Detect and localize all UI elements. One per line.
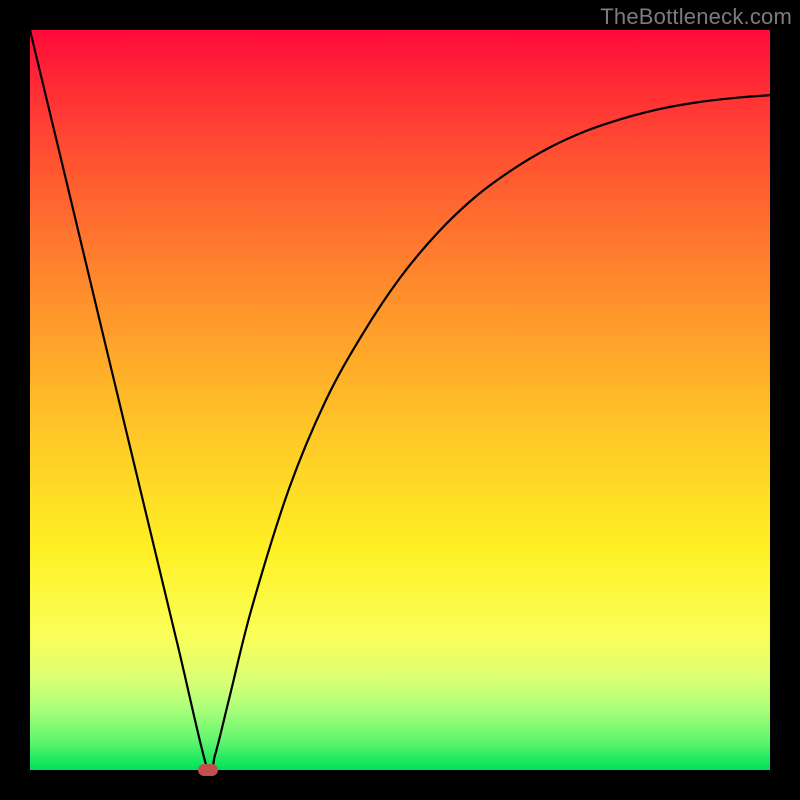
bottleneck-curve: [30, 30, 770, 770]
watermark-text: TheBottleneck.com: [600, 4, 792, 30]
plot-area: [30, 30, 770, 770]
curve-path: [30, 30, 770, 770]
optimal-point-marker: [198, 764, 218, 776]
chart-frame: TheBottleneck.com: [0, 0, 800, 800]
